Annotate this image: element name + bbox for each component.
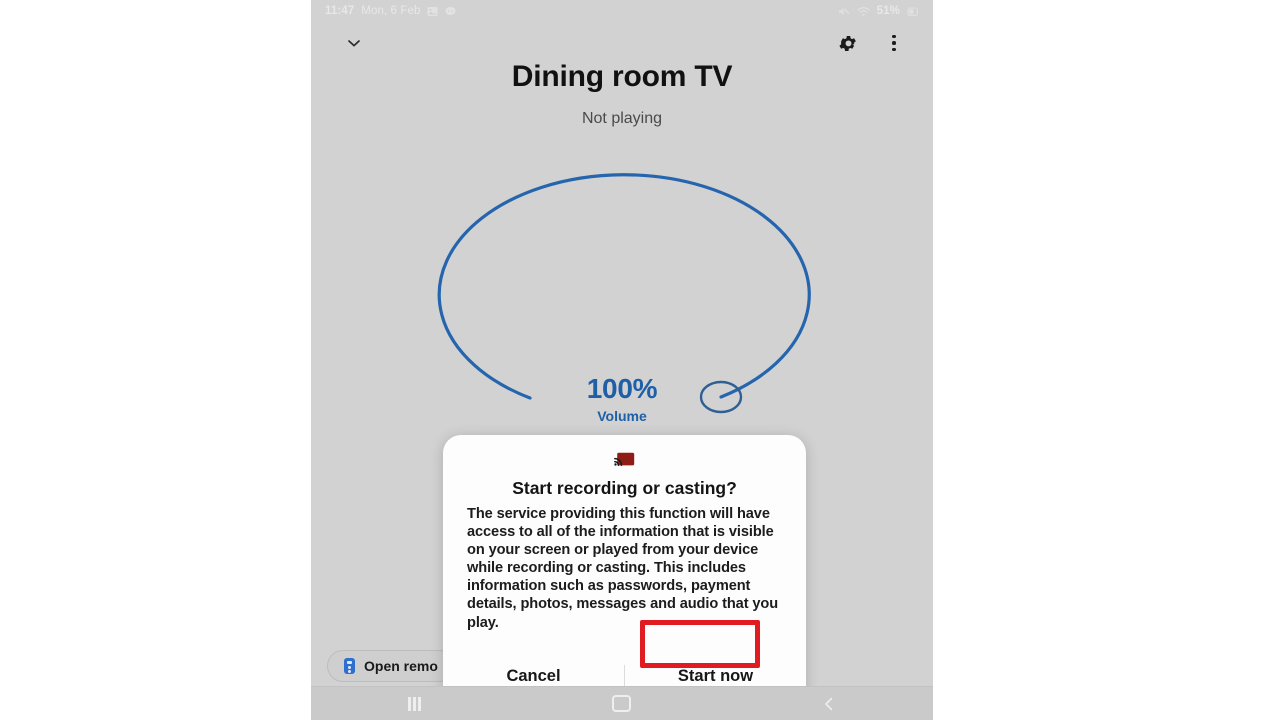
wifi-icon	[857, 6, 870, 17]
volume-dial[interactable]: 100% Volume	[311, 140, 933, 430]
chevron-down-icon[interactable]	[339, 28, 369, 58]
status-time: 11:47	[325, 5, 355, 17]
recents-glyph	[408, 696, 421, 711]
overflow-dot	[892, 34, 896, 39]
volume-caption: Volume	[597, 408, 647, 424]
phone-screen: 11:47 Mon, 6 Feb 51% Dining room TV Not …	[311, 0, 933, 720]
system-nav-bar	[311, 686, 933, 720]
battery-percent: 51%	[876, 5, 900, 17]
home-icon[interactable]	[592, 687, 652, 720]
overflow-dot	[892, 41, 896, 45]
status-bar-left: 11:47 Mon, 6 Feb	[325, 5, 456, 17]
battery-icon	[907, 6, 919, 17]
status-bar-right: 51%	[838, 5, 919, 17]
open-remote-button[interactable]: Open remo	[327, 650, 455, 682]
back-icon[interactable]	[799, 687, 859, 720]
playback-state: Not playing	[581, 110, 663, 127]
home-glyph	[612, 695, 632, 712]
recents-icon[interactable]	[385, 687, 445, 720]
overflow-dot	[892, 47, 896, 52]
cast-permission-dialog: Start recording or casting? The service …	[443, 435, 806, 704]
chat-bubble-icon	[445, 6, 456, 17]
gear-icon[interactable]	[833, 28, 863, 58]
volume-value: 100%	[586, 373, 658, 404]
dialog-title: Start recording or casting?	[512, 478, 737, 498]
page-title: Dining room TV	[511, 60, 733, 93]
mute-icon	[838, 6, 850, 17]
screen-cast-icon	[443, 435, 806, 469]
tv-remote-icon	[344, 658, 355, 674]
open-remote-label: Open remo	[364, 658, 438, 674]
status-date: Mon, 6 Feb	[361, 5, 421, 17]
more-vertical-icon[interactable]	[881, 28, 907, 58]
image-icon	[427, 6, 438, 17]
status-bar: 11:47 Mon, 6 Feb 51%	[311, 0, 933, 22]
app-bar	[311, 22, 933, 62]
dialog-body-text: The service providing this function will…	[467, 506, 779, 631]
